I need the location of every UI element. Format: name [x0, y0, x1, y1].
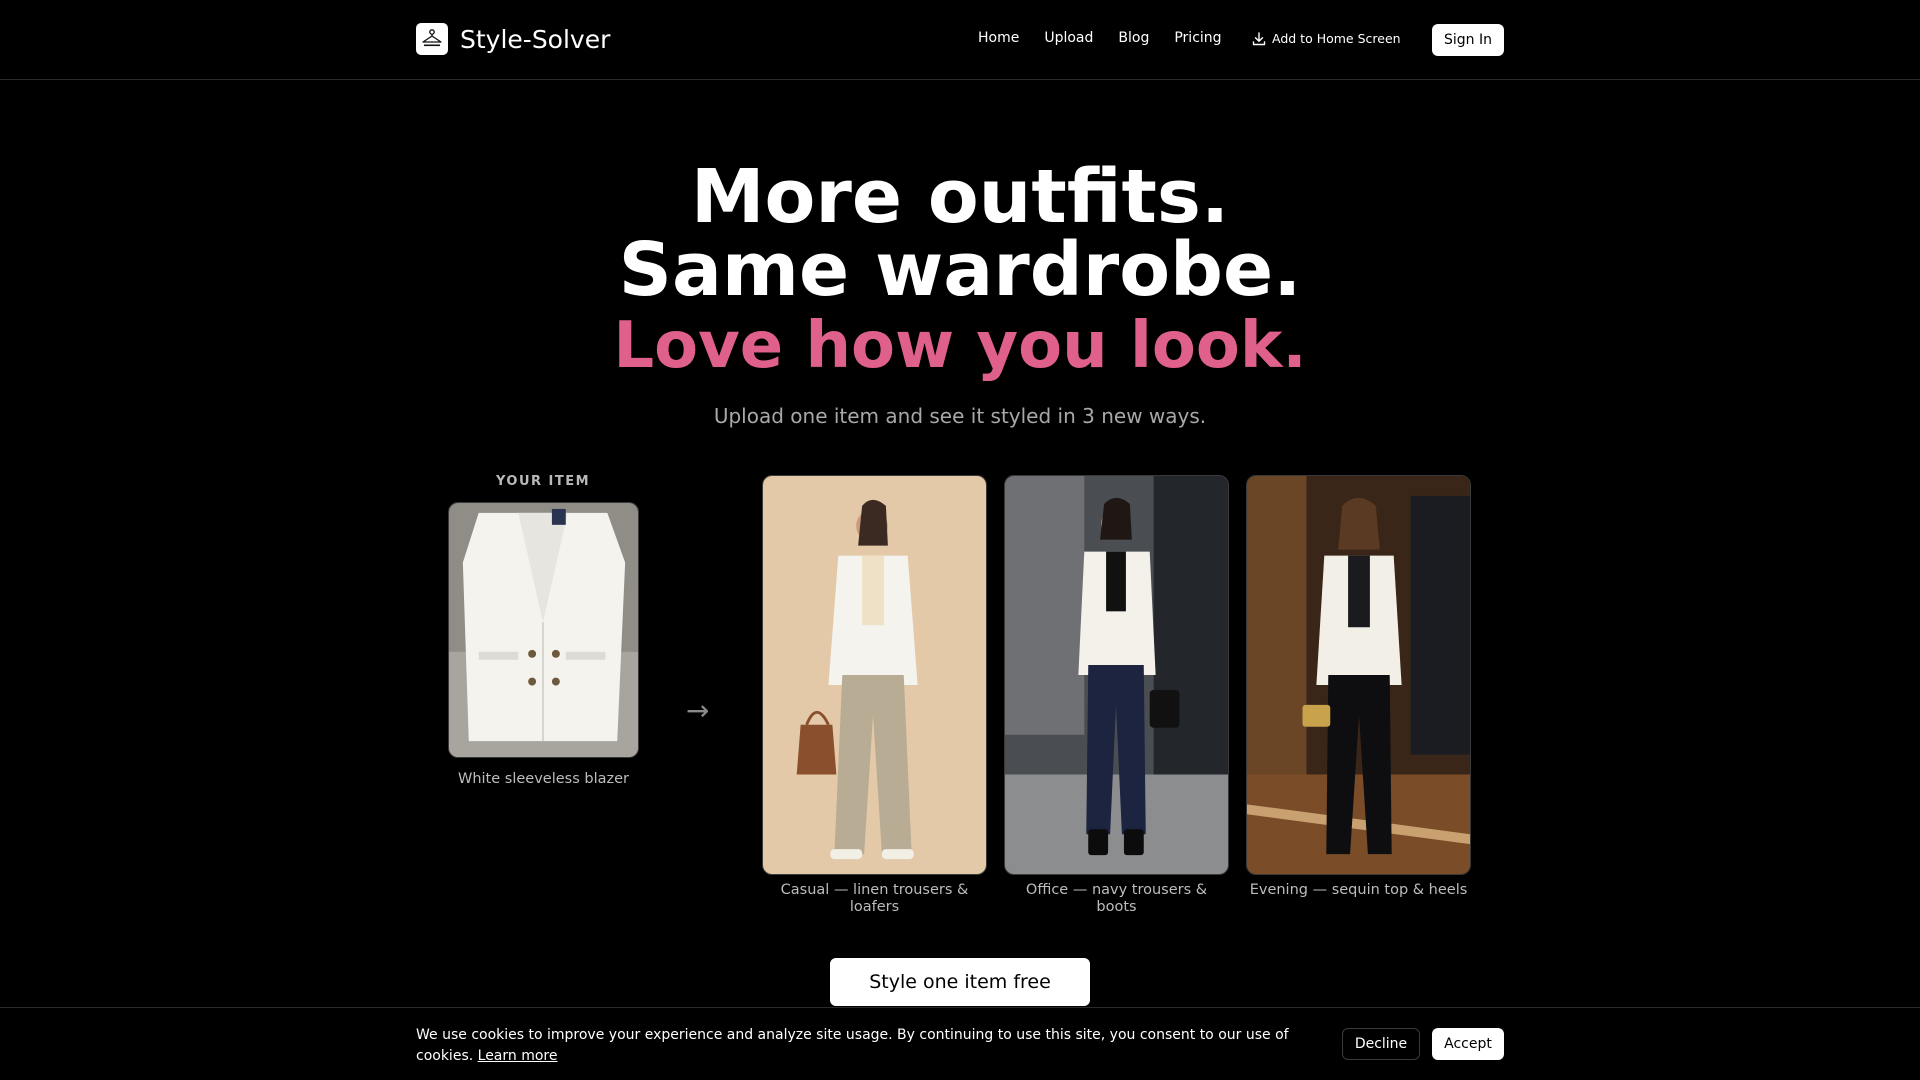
- download-icon: [1252, 31, 1266, 45]
- sign-in-button[interactable]: Sign In: [1432, 24, 1504, 56]
- cookie-message: We use cookies to improve your experienc…: [416, 1025, 1296, 1067]
- nav-blog[interactable]: Blog: [1118, 30, 1149, 46]
- accept-button[interactable]: Accept: [1432, 1028, 1504, 1060]
- your-item-image: [448, 502, 639, 758]
- outfit-office-caption: Office — navy trousers & boots: [1025, 882, 1208, 915]
- hero-line-1: More outfits.: [690, 154, 1230, 240]
- hero-line-3: Love how you look.: [613, 309, 1307, 383]
- cookie-banner: We use cookies to improve your experienc…: [0, 1007, 1920, 1080]
- hanger-icon: [416, 23, 448, 55]
- decline-button[interactable]: Decline: [1342, 1028, 1420, 1060]
- page: Style-Solver Home Upload Blog Pricing Ad…: [0, 0, 1920, 1080]
- top-nav-bar: Style-Solver Home Upload Blog Pricing Ad…: [0, 0, 1920, 80]
- hero-subtitle: Upload one item and see it styled in 3 n…: [713, 404, 1207, 428]
- hero-line-2: Same wardrobe.: [618, 227, 1302, 313]
- outfit-casual-image[interactable]: [762, 475, 987, 875]
- outfit-evening-caption: Evening — sequin top & heels: [1249, 882, 1468, 898]
- arrow-right-icon: →: [686, 694, 710, 727]
- your-item-label: YOUR ITEM: [495, 474, 591, 489]
- nav-home[interactable]: Home: [978, 30, 1019, 46]
- nav-pricing[interactable]: Pricing: [1174, 30, 1221, 46]
- style-one-item-free-button[interactable]: Style one item free: [830, 958, 1090, 1006]
- learn-more-link[interactable]: Learn more: [478, 1048, 558, 1064]
- nav-upload[interactable]: Upload: [1044, 30, 1093, 46]
- brand[interactable]: Style-Solver: [416, 23, 610, 55]
- outfit-evening-image[interactable]: [1246, 475, 1471, 875]
- main-nav: Home Upload Blog Pricing: [978, 30, 1247, 46]
- brand-name: Style-Solver: [460, 24, 611, 54]
- add-to-home-screen-button[interactable]: Add to Home Screen: [1252, 31, 1401, 46]
- add-to-home-label: Add to Home Screen: [1272, 31, 1401, 46]
- outfit-casual-caption: Casual — linen trousers & loafers: [780, 882, 969, 915]
- outfit-office-image[interactable]: [1004, 475, 1229, 875]
- your-item-caption: White sleeveless blazer: [458, 771, 629, 787]
